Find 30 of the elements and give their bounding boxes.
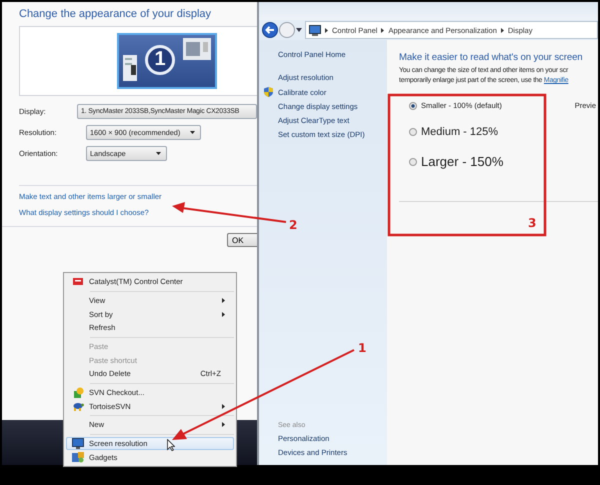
turtle-icon [72, 401, 84, 412]
caret-icon [156, 152, 161, 155]
window-thumbnail-drawing [183, 38, 211, 60]
caret-icon[interactable] [296, 28, 302, 32]
page-heading: Make it easier to read what's on your screen [399, 52, 584, 63]
annotation-number: 2 [289, 218, 298, 232]
annotation-number: 3 [528, 216, 536, 230]
option-label[interactable]: Medium - 125% [421, 126, 498, 138]
radio-button[interactable] [409, 102, 417, 110]
computer-icon [309, 24, 321, 36]
annotation-number: 1 [358, 341, 366, 355]
chevron-icon [500, 28, 504, 32]
window-title: Change the appearance of your display [19, 8, 212, 20]
logo-icon [73, 278, 83, 286]
chevron-icon [381, 28, 384, 32]
radio-button[interactable] [409, 158, 417, 166]
gadgets-icon [72, 452, 84, 463]
monitor-tile[interactable]: 1 [117, 33, 217, 89]
chevron-icon [325, 28, 328, 32]
monitor-number: 1 [145, 44, 175, 74]
ok-button[interactable]: OK [227, 233, 257, 247]
back-icon[interactable] [262, 22, 278, 38]
shield-icon [264, 87, 273, 97]
option-label[interactable]: Larger - 150% [421, 154, 504, 169]
window-thumbnail-drawing [123, 55, 137, 81]
mouse-cursor-icon [167, 439, 175, 451]
monitor-icon [72, 438, 84, 449]
checkout-icon [72, 386, 84, 398]
caret-icon [190, 131, 195, 134]
radio-button[interactable] [409, 128, 417, 136]
